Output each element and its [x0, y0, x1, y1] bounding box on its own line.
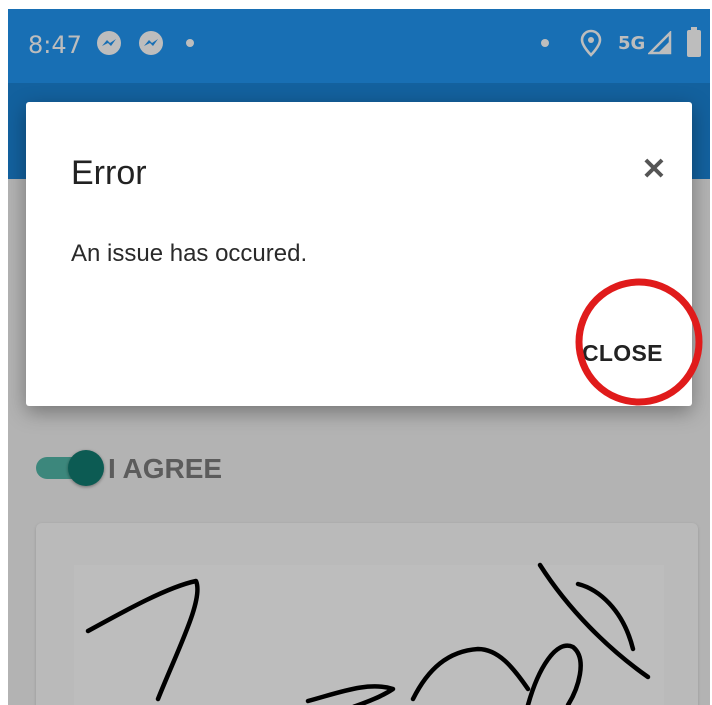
- dialog-title: Error: [71, 154, 147, 192]
- phone-screen: 8:47 5G I AGREE Error ✕ An issue has occ…: [8, 9, 710, 705]
- close-icon[interactable]: ✕: [640, 155, 668, 185]
- dialog-message: An issue has occured.: [71, 240, 308, 267]
- highlight-circle: [575, 278, 703, 406]
